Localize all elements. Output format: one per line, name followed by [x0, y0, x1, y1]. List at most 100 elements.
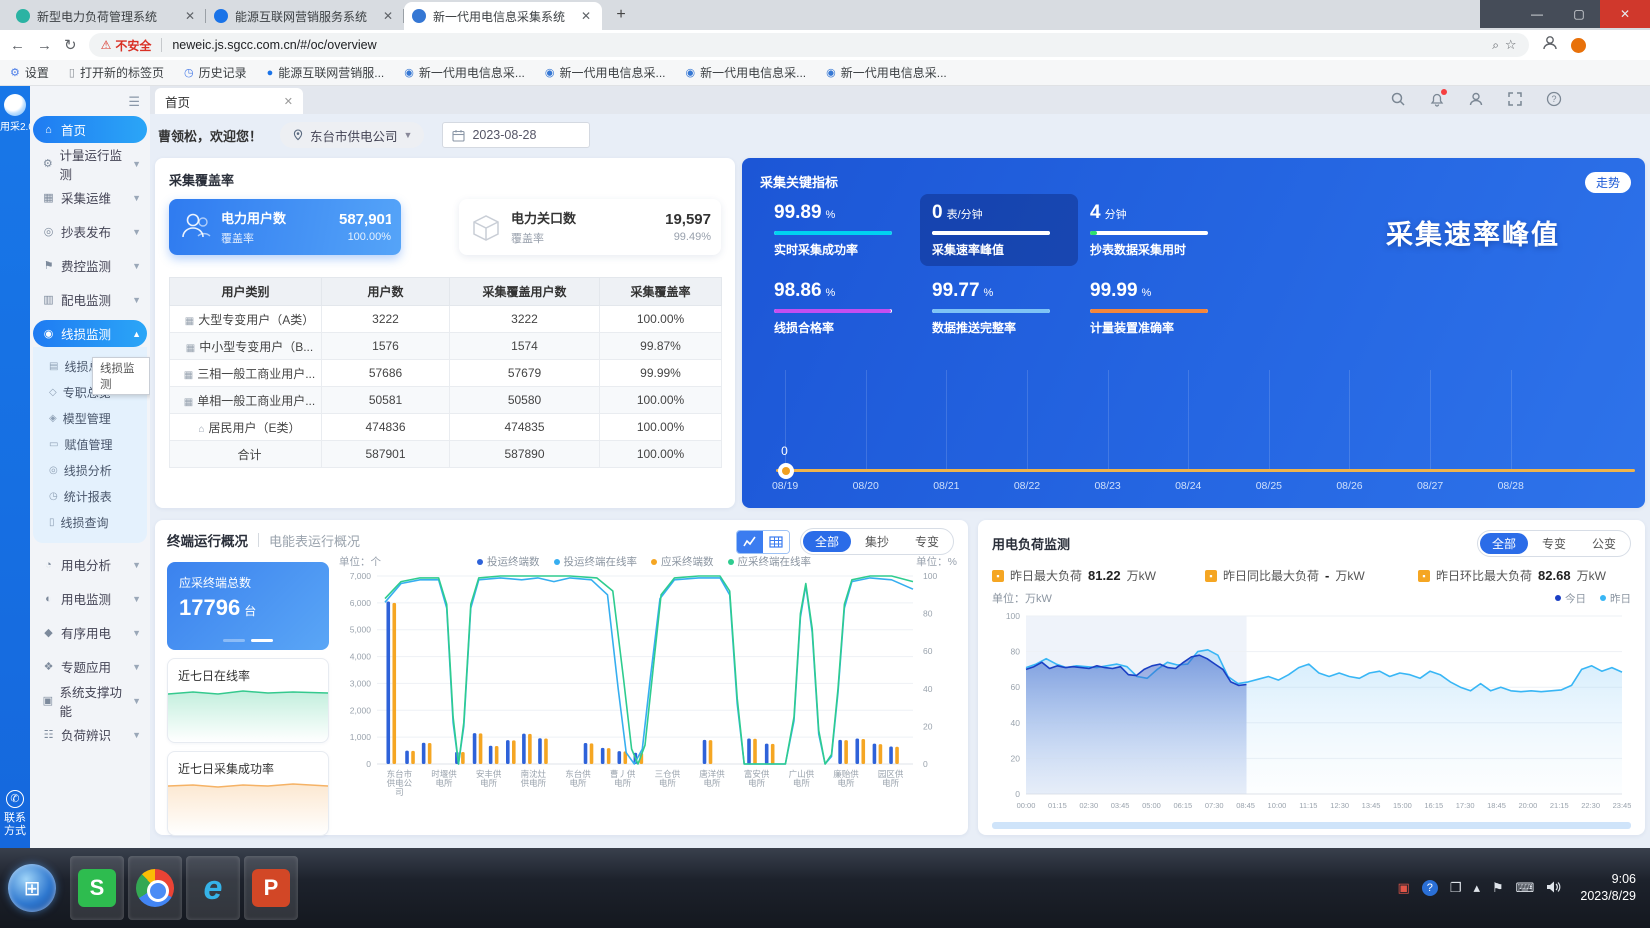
sidebar-item[interactable]: ⚑费控监测▼ [33, 252, 147, 279]
maximize-button[interactable]: ▢ [1558, 0, 1600, 28]
submenu-item[interactable]: ▯线损查询 [33, 509, 147, 535]
tab-meter-overview[interactable]: 电能表运行概况 [269, 531, 360, 550]
submenu-item[interactable]: ◷统计报表 [33, 483, 147, 509]
kpi-metric[interactable]: 99.77%数据推送完整率 [920, 272, 1078, 344]
legend-item[interactable]: 投运终端数 [477, 554, 540, 569]
sidebar-item[interactable]: ▦采集运维▼ [33, 184, 147, 211]
taskbar-chrome-icon[interactable] [128, 856, 182, 920]
tray-network-icon[interactable]: ⌨ [1516, 880, 1535, 896]
bookmark-item[interactable]: ◉新一代用电信息采... [404, 64, 525, 81]
terminal-total-card[interactable]: 应采终端总数 17796台 [167, 562, 329, 650]
timeline-marker[interactable] [778, 463, 794, 479]
close-button[interactable]: ✕ [1600, 0, 1650, 28]
segment-button[interactable]: 专变 [903, 531, 951, 552]
taskbar-powerpoint-icon[interactable]: P [244, 856, 298, 920]
submenu-item[interactable]: ◎线损分析 [33, 457, 147, 483]
segment-button[interactable]: 全部 [1480, 533, 1528, 554]
kpi-metric[interactable]: 0表/分钟采集速率峰值 [920, 194, 1078, 266]
tray-help-icon[interactable]: ? [1422, 880, 1438, 896]
sidebar-item[interactable]: ◎抄表发布▼ [33, 218, 147, 245]
not-secure-warning[interactable]: ⚠不安全 [101, 37, 152, 54]
chart-view-icon[interactable] [737, 531, 763, 553]
notification-bell-icon[interactable] [1429, 91, 1445, 107]
org-selector[interactable]: 东台市供电公司 ▼ [280, 122, 424, 148]
tray-volume-icon[interactable] [1546, 880, 1562, 897]
legend-item[interactable]: 投运终端在线率 [554, 554, 638, 569]
avatar-icon[interactable] [1541, 34, 1559, 56]
chart-zoom-scrollbar[interactable] [992, 822, 1631, 829]
sidebar-item[interactable]: ❖专题应用▼ [33, 653, 147, 680]
sidebar-item-home[interactable]: ⌂首页 [33, 116, 147, 143]
help-icon[interactable]: ? [1546, 91, 1562, 107]
search-icon[interactable] [1390, 91, 1406, 107]
tab-close-icon[interactable]: ✕ [284, 95, 293, 108]
browser-tab[interactable]: 新一代用电信息采集系统✕ [404, 2, 602, 30]
tab-close-icon[interactable]: ✕ [578, 9, 594, 23]
sidebar-item[interactable]: ☷负荷辨识▼ [33, 721, 147, 748]
kpi-metric[interactable]: 99.89%实时采集成功率 [762, 194, 920, 266]
legend-item[interactable]: 应采终端在线率 [728, 554, 812, 569]
tray-app-icon[interactable]: ▣ [1397, 880, 1409, 896]
browser-update-icon[interactable] [1571, 38, 1586, 53]
sidebar-item[interactable]: ⚙计量运行监测▼ [33, 150, 147, 177]
coverage-card[interactable]: 电力关口数覆盖率19,59799.49% [459, 199, 721, 255]
table-row[interactable]: ▦中小型专变用户（B...1576157499.87% [170, 333, 722, 360]
user-icon[interactable] [1468, 91, 1484, 107]
tray-expand-icon[interactable]: ▴ [1473, 880, 1480, 896]
refresh-icon[interactable]: ↻ [64, 36, 77, 54]
table-view-icon[interactable] [763, 531, 789, 553]
kpi-timeline[interactable]: 08/1908/2008/2108/2208/2308/2408/2508/26… [766, 370, 1635, 498]
start-button[interactable]: ⊞ [8, 864, 56, 912]
bookmark-item[interactable]: ◉新一代用电信息采... [826, 64, 947, 81]
bookmark-item[interactable]: ◉新一代用电信息采... [545, 64, 666, 81]
tab-close-icon[interactable]: ✕ [380, 9, 396, 23]
taskbar-wps-icon[interactable]: S [70, 856, 124, 920]
segment-button[interactable]: 集抄 [853, 531, 901, 552]
legend-item[interactable]: 今日 [1555, 590, 1586, 606]
legend-item[interactable]: 昨日 [1600, 590, 1631, 606]
kpi-metric[interactable]: 99.99%计量装置准确率 [1078, 272, 1236, 344]
tab-close-icon[interactable]: ✕ [182, 9, 198, 23]
legend-item[interactable]: 应采终端数 [651, 554, 714, 569]
table-row[interactable]: ▦大型专变用户（A类）32223222100.00% [170, 306, 722, 333]
table-row[interactable]: ⌂居民用户（E类）474836474835100.00% [170, 414, 722, 441]
date-picker[interactable]: 2023-08-28 [442, 122, 590, 148]
taskbar-ie-icon[interactable]: e [186, 856, 240, 920]
browser-tab[interactable]: 新型电力负荷管理系统✕ [8, 2, 206, 30]
carousel-dots[interactable] [167, 639, 329, 642]
success-rate-card[interactable]: 近七日采集成功率 [167, 751, 329, 836]
zoom-icon[interactable]: ⌕ [1492, 38, 1499, 53]
coverage-card[interactable]: 电力用户数覆盖率587,901100.00% [169, 199, 401, 255]
browser-tab[interactable]: 能源互联网营销服务系统✕ [206, 2, 404, 30]
fullscreen-icon[interactable] [1507, 91, 1523, 107]
address-bar[interactable]: ⚠不安全 neweic.js.sgcc.com.cn/#/oc/overview… [89, 33, 1529, 57]
trend-button[interactable]: 走势 [1585, 172, 1631, 193]
contact-button[interactable]: ✆ 联系方式 [0, 790, 30, 838]
sidebar-item[interactable]: ◐用电监测▼ [33, 585, 147, 612]
kpi-metric[interactable]: 98.86%线损合格率 [762, 272, 920, 344]
new-tab-button[interactable]: + [608, 2, 634, 28]
tray-window-icon[interactable]: ❐ [1450, 880, 1462, 896]
segment-button[interactable]: 全部 [803, 531, 851, 552]
sidebar-item[interactable]: ▥配电监测▼ [33, 286, 147, 313]
table-row[interactable]: ▦单相一般工商业用户...5058150580100.00% [170, 387, 722, 414]
kpi-metric[interactable]: 4分钟抄表数据采集用时 [1078, 194, 1236, 266]
table-row[interactable]: 合计587901587890100.00% [170, 441, 722, 468]
load-chart[interactable]: 02040608010000:0001:1502:3003:4505:0006:… [992, 606, 1631, 824]
bookmark-item[interactable]: ●能源互联网营销服... [267, 64, 385, 81]
url-text[interactable]: neweic.js.sgcc.com.cn/#/oc/overview [172, 38, 1486, 52]
submenu-item[interactable]: ▭赋值管理 [33, 431, 147, 457]
terminal-chart[interactable]: 01,0002,0003,0004,0005,0006,0007,0000204… [337, 568, 957, 824]
sidebar-item[interactable]: ▣系统支撑功能▼ [33, 687, 147, 714]
bookmark-item[interactable]: ⚙设置 [10, 64, 49, 81]
tab-terminal-overview[interactable]: 终端运行概况 [167, 530, 248, 550]
segment-button[interactable]: 专变 [1530, 533, 1578, 554]
sidebar-item[interactable]: ◔用电分析▼ [33, 551, 147, 578]
sidebar-item[interactable]: ◆有序用电▼ [33, 619, 147, 646]
bookmark-star-icon[interactable]: ☆ [1505, 37, 1517, 53]
table-row[interactable]: ▦三相一般工商业用户...576865767999.99% [170, 360, 722, 387]
segment-button[interactable]: 公变 [1580, 533, 1628, 554]
bookmark-item[interactable]: ◷历史记录 [184, 64, 247, 81]
tray-flag-icon[interactable]: ⚑ [1492, 880, 1504, 896]
bookmark-item[interactable]: ◉新一代用电信息采... [686, 64, 807, 81]
